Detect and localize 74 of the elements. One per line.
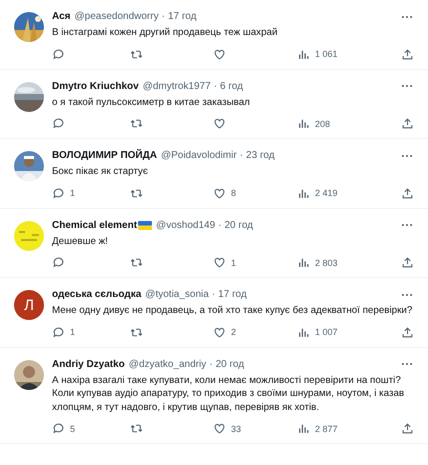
count-label: 33 xyxy=(231,424,242,434)
reply-text: В інстаграмі кожен другий продавець теж шахрай xyxy=(52,26,278,40)
separator-dot: · xyxy=(240,150,244,161)
repost-icon[interactable] xyxy=(130,117,143,130)
count-label: 1 xyxy=(70,327,76,337)
user-name[interactable]: Dmytro Kriuchkov xyxy=(52,80,139,92)
post-time[interactable]: 20 год xyxy=(224,220,253,230)
bar-chart-icon[interactable] xyxy=(297,422,310,435)
post-time[interactable]: 6 год xyxy=(220,80,243,92)
count-label: 5 xyxy=(70,424,76,434)
bar-chart-icon[interactable] xyxy=(297,48,310,60)
speech-bubble-icon[interactable] xyxy=(52,256,65,269)
post-time[interactable]: 17 год xyxy=(218,289,247,300)
repost-icon[interactable] xyxy=(130,422,143,435)
bar-chart-icon[interactable] xyxy=(297,117,310,130)
count-label: 1 xyxy=(231,258,236,268)
speech-bubble-icon[interactable] xyxy=(52,326,65,338)
separator-dot: · xyxy=(162,11,165,22)
count-label: 2 803 xyxy=(315,258,338,268)
count-label: 2 877 xyxy=(315,424,338,434)
post-time[interactable]: 23 год xyxy=(246,150,275,161)
user-handle[interactable]: @dzyatko_andriy xyxy=(128,358,206,370)
count-label: 1 007 xyxy=(315,327,338,337)
speech-bubble-icon[interactable] xyxy=(52,48,65,60)
count-label: 2 419 xyxy=(315,188,338,198)
count-label: 208 xyxy=(315,118,330,128)
reply-text: Мене одну дивує не продавець, а той хто таке купує без адекватної перевірки? xyxy=(52,304,414,318)
separator-dot: · xyxy=(218,220,222,230)
share-icon[interactable] xyxy=(401,256,414,269)
repost-icon[interactable] xyxy=(130,256,143,269)
heart-icon[interactable] xyxy=(213,326,226,338)
bar-chart-icon[interactable] xyxy=(297,326,310,338)
user-name[interactable]: ВОЛОДИМИР ПОЙДА xyxy=(52,150,157,161)
heart-icon[interactable] xyxy=(213,117,226,130)
count-label: 1 xyxy=(70,188,76,198)
user-handle[interactable]: @Poidavolodimir xyxy=(160,150,237,161)
count-label: 2 xyxy=(231,327,236,337)
user-name[interactable]: Andriy Dzyatko xyxy=(52,358,125,370)
share-icon[interactable] xyxy=(401,326,414,338)
repost-icon[interactable] xyxy=(130,48,143,60)
share-icon[interactable] xyxy=(401,117,414,130)
reply-text: Дешевше ж! xyxy=(52,234,109,248)
user-handle[interactable]: @peasedondworry xyxy=(74,11,159,22)
post-time[interactable]: 20 год xyxy=(216,358,244,370)
speech-bubble-icon[interactable] xyxy=(52,186,65,200)
post-time[interactable]: 17 год xyxy=(168,11,196,22)
avatar: Л xyxy=(14,290,44,320)
share-icon[interactable] xyxy=(401,186,414,200)
count-label: 8 xyxy=(231,188,236,198)
heart-icon[interactable] xyxy=(213,422,226,435)
bar-chart-icon[interactable] xyxy=(297,186,310,200)
bar-chart-icon[interactable] xyxy=(297,256,310,269)
heart-icon[interactable] xyxy=(213,48,226,60)
repost-icon[interactable] xyxy=(130,186,143,200)
heart-icon[interactable] xyxy=(213,186,226,200)
user-handle[interactable]: @dmytrok1977 xyxy=(142,80,211,92)
separator-dot: · xyxy=(212,289,216,300)
user-handle[interactable]: @tyotia_sonia xyxy=(145,289,209,300)
separator-dot: · xyxy=(209,358,213,370)
user-name[interactable]: одеська сєльодка xyxy=(52,289,142,300)
speech-bubble-icon[interactable] xyxy=(52,117,65,130)
share-icon[interactable] xyxy=(401,422,414,435)
heart-icon[interactable] xyxy=(213,256,226,269)
share-icon[interactable] xyxy=(401,48,414,60)
reply-text: Бокс пікає як стартує xyxy=(52,165,149,178)
speech-bubble-icon[interactable] xyxy=(52,422,65,435)
reply-text: А нахіра взагалі таке купувати, коли немає можливості перевірити на пошті? Коли купував аудіо апаратуру, то приходив з своїми шнурами, ноутом, і казав хлопцям, я тут надовго, і крутив щупав, перевіряв як хотів. xyxy=(52,374,406,414)
user-name[interactable]: Ася xyxy=(52,11,70,22)
separator-dot: · xyxy=(214,80,217,92)
count-label: 1 061 xyxy=(315,49,338,59)
reply-text: о я такой пульсоксиметр в китае заказывал xyxy=(52,96,251,109)
repost-icon[interactable] xyxy=(130,326,143,338)
user-handle[interactable]: @voshod149 xyxy=(156,220,216,230)
user-name[interactable]: Chemical element xyxy=(52,220,138,230)
